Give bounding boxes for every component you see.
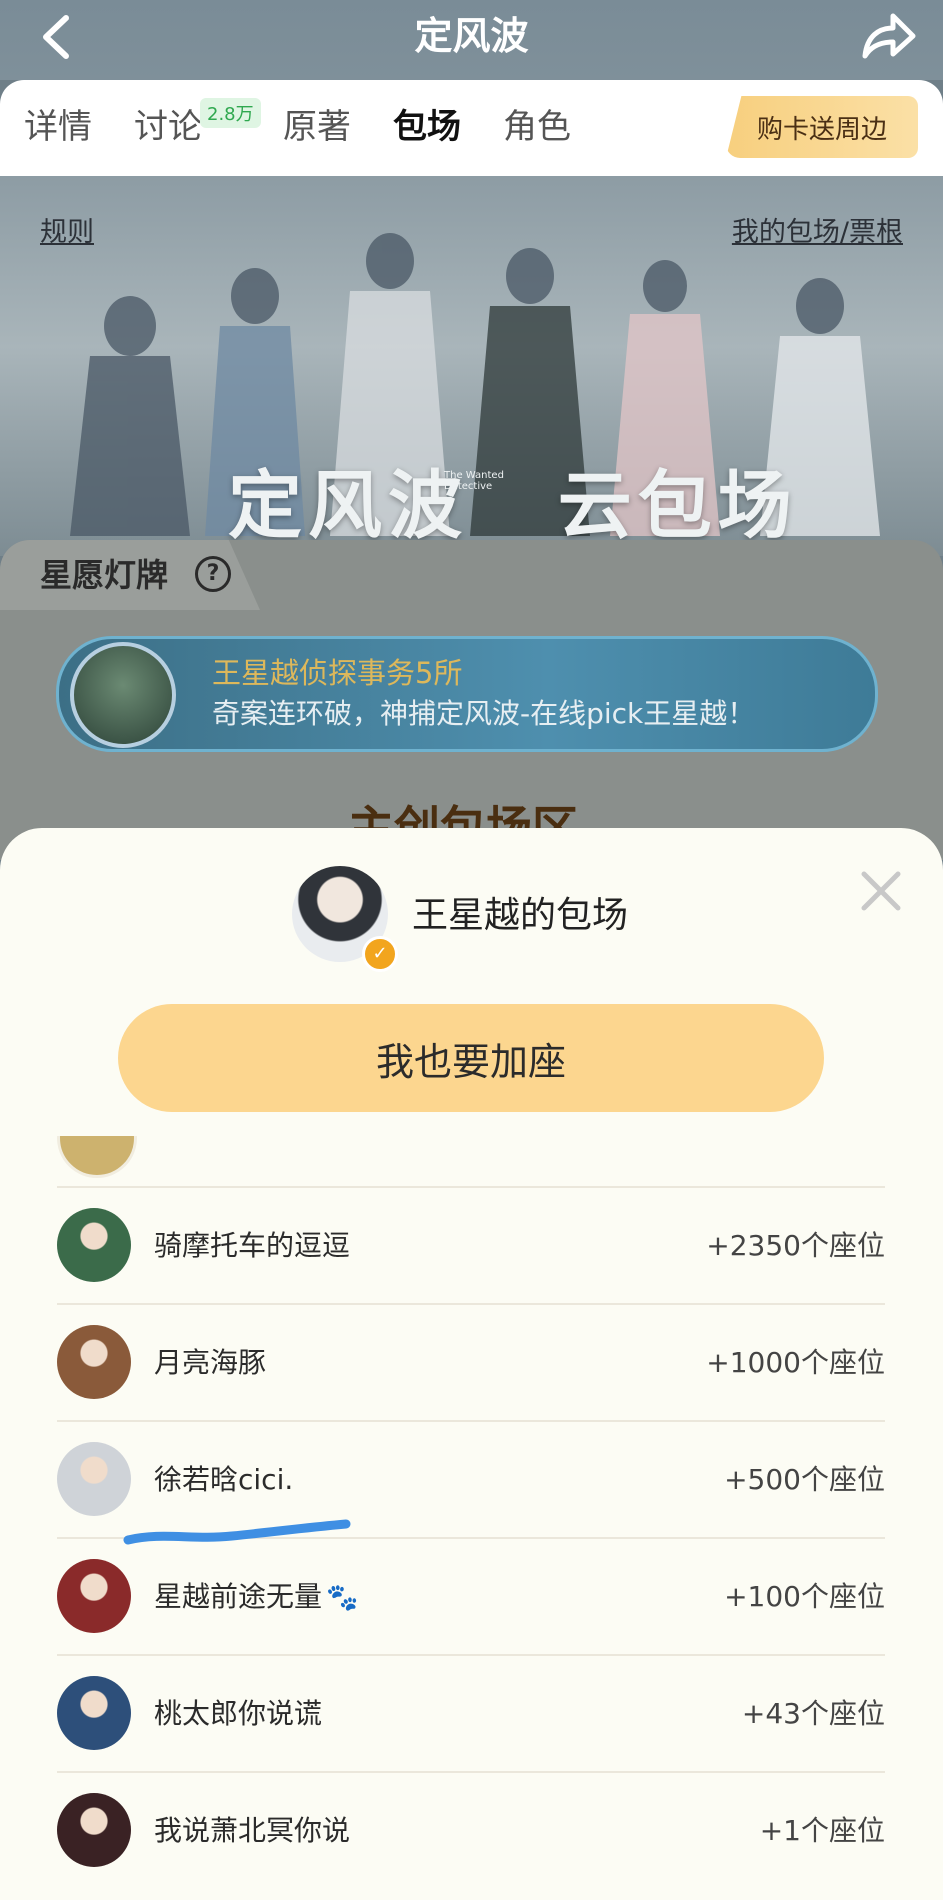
buy-card-promo-button[interactable]: 购卡送周边: [726, 96, 918, 158]
avatar: [57, 1325, 131, 1399]
contributor-name: 骑摩托车的逗逗: [154, 1224, 350, 1264]
tab-characters[interactable]: 角色: [503, 102, 571, 152]
list-item[interactable]: 星越前途无量 🐾 +100个座位: [57, 1539, 885, 1656]
lamp-line2: 奇案连环破，神捕定风波-在线pick王星越！: [212, 697, 756, 730]
seat-count: +2350个座位: [706, 1229, 885, 1262]
contributor-name-text: 月亮海豚: [154, 1346, 267, 1379]
blue-underline-scribble: [123, 1519, 351, 1545]
share-icon[interactable]: [859, 8, 917, 64]
tab-discussion[interactable]: 讨论: [134, 102, 202, 152]
close-icon[interactable]: [856, 866, 906, 916]
top-bar: 定风波: [0, 0, 943, 80]
tab-bar: 详情 讨论 2.8万 原著 包场 角色 购卡送周边: [0, 80, 943, 176]
contributor-name-text: 星越前途无量: [154, 1580, 323, 1613]
list-item[interactable]: 桃太郎你说谎 +43个座位: [57, 1656, 885, 1773]
join-seat-button[interactable]: 我也要加座: [118, 1004, 824, 1112]
page-title: 定风波: [414, 14, 529, 58]
contributor-name-text: 桃太郎你说谎: [154, 1697, 323, 1730]
avatar: [57, 1442, 131, 1516]
wish-lamp-card: 星愿灯牌 ? 王星越侦探事务5所 奇案连环破，神捕定风波-在线pick王星越！ …: [0, 540, 943, 860]
contributor-name: 桃太郎你说谎: [154, 1692, 322, 1732]
tab-details[interactable]: 详情: [24, 102, 92, 152]
tab-original-novel[interactable]: 原著: [283, 102, 351, 152]
banner-subtitle-cloud: 云包场: [557, 463, 798, 549]
lamp-line1: 王星越侦探事务5所: [212, 656, 463, 690]
discussion-count-badge: 2.8万: [200, 98, 261, 128]
seat-count: +100个座位: [724, 1580, 885, 1613]
banner-logo-text: 定风波 云包场: [228, 446, 798, 553]
contributor-name-text: 骑摩托车的逗逗: [154, 1229, 351, 1262]
contributor-name-text: 徐若晗cici.: [154, 1463, 294, 1496]
list-item[interactable]: 骑摩托车的逗逗 +2350个座位: [57, 1188, 885, 1305]
lamp-title: 星愿灯牌: [40, 556, 169, 594]
list-item: [57, 1136, 885, 1188]
paw-icon: 🐾: [326, 1583, 359, 1613]
verified-check-icon: ✓: [362, 936, 398, 972]
banner-title: 定风波: [228, 463, 468, 549]
my-booking-link[interactable]: 我的包场/票根: [732, 210, 903, 249]
tab-booking[interactable]: 包场: [393, 102, 461, 152]
hero-banner: 规则 我的包场/票根 定风波 云包场 The Wanted Detective: [0, 176, 943, 556]
avatar: [57, 1676, 131, 1750]
list-item[interactable]: 我说萧北冥你说 +1个座位: [57, 1773, 885, 1888]
rules-link[interactable]: 规则: [40, 210, 94, 249]
booking-sheet: ✓ 王星越的包场 我也要加座 骑摩托车的逗逗 +2350个座位月亮海豚 +1000个…: [0, 828, 943, 1900]
contributor-name: 我说萧北冥你说: [154, 1809, 350, 1849]
seat-count: +500个座位: [724, 1463, 885, 1496]
seat-count: +1000个座位: [706, 1346, 885, 1379]
banner-english-subtitle: The Wanted Detective: [444, 470, 504, 492]
contributor-name: 徐若晗cici.: [154, 1458, 293, 1498]
avatar: [57, 1136, 137, 1178]
sheet-title: 王星越的包场: [412, 895, 629, 936]
lamp-avatar: [70, 642, 176, 748]
contributor-name: 月亮海豚: [154, 1341, 266, 1381]
avatar: [57, 1793, 131, 1867]
list-item[interactable]: 月亮海豚 +1000个座位: [57, 1305, 885, 1422]
contributor-name-text: 我说萧北冥你说: [154, 1814, 351, 1847]
seat-count: +43个座位: [741, 1697, 885, 1730]
avatar: [57, 1559, 131, 1633]
question-circle-icon[interactable]: ?: [195, 556, 231, 592]
seat-count: +1个座位: [759, 1814, 885, 1847]
avatar: [57, 1208, 131, 1282]
contributor-name: 星越前途无量 🐾: [154, 1575, 358, 1615]
